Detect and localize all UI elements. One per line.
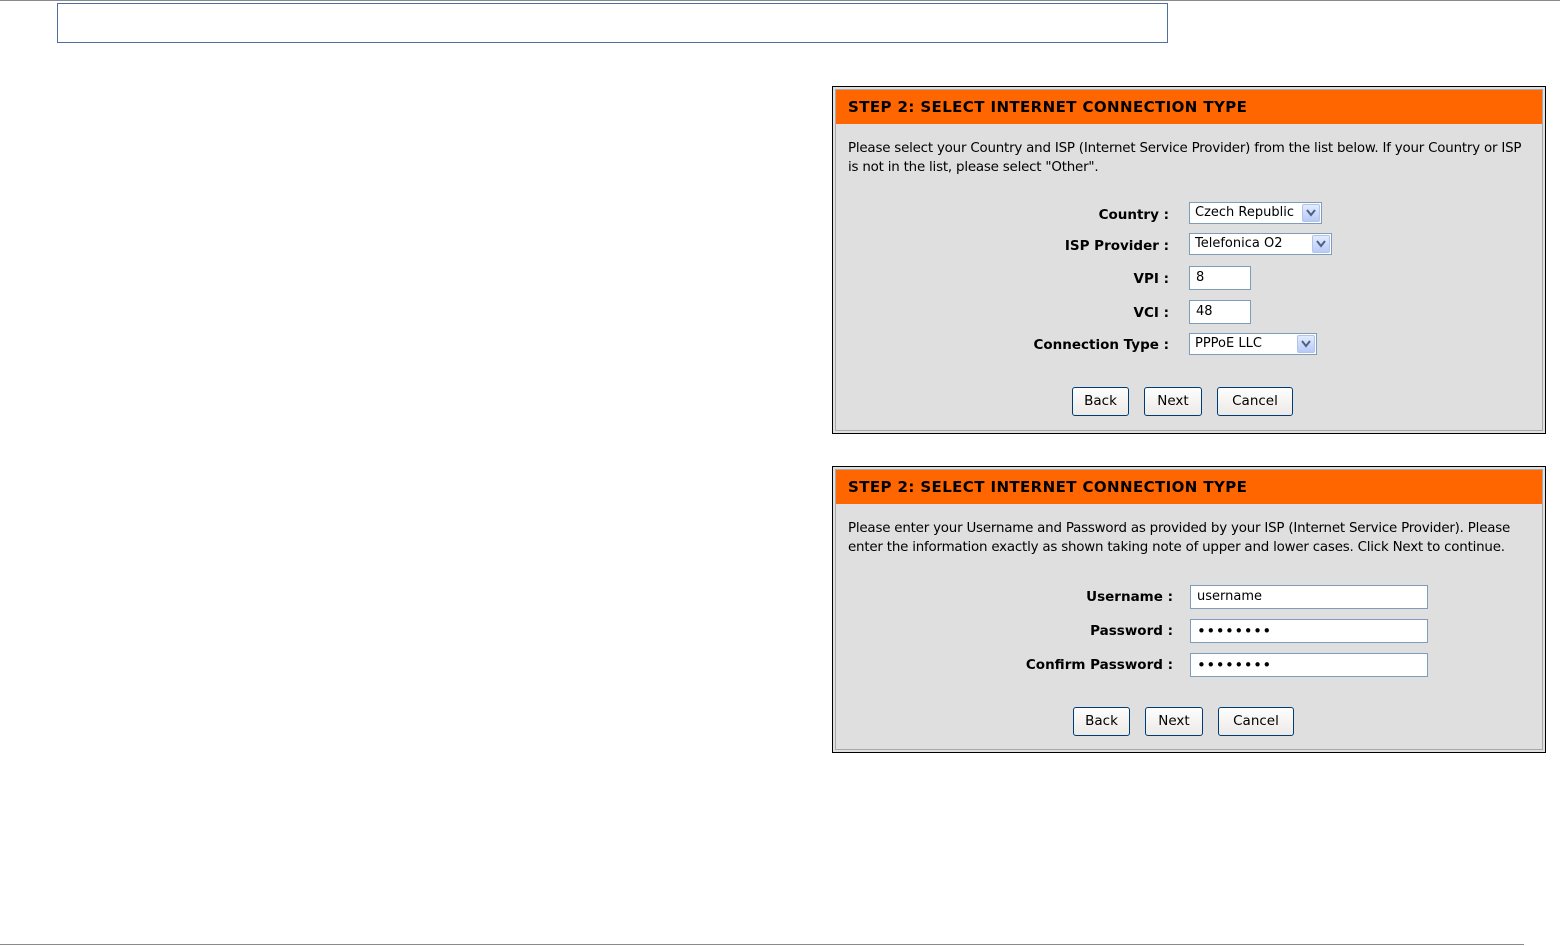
connection-type-panel: STEP 2: SELECT INTERNET CONNECTION TYPE …	[832, 86, 1546, 434]
username-input[interactable]: username	[1190, 585, 1428, 609]
top-rule	[0, 0, 1560, 1]
cancel-button[interactable]: Cancel	[1218, 707, 1294, 736]
chevron-down-icon[interactable]	[1312, 235, 1330, 253]
panel-title: STEP 2: SELECT INTERNET CONNECTION TYPE	[836, 90, 1542, 124]
connection-type-value: PPPoE LLC	[1195, 336, 1262, 351]
next-button[interactable]: Next	[1145, 707, 1203, 736]
connection-type-label: Connection Type :	[1033, 337, 1169, 353]
username-label: Username :	[1086, 589, 1173, 605]
vci-label: VCI :	[1133, 305, 1169, 321]
country-value: Czech Republic	[1195, 205, 1294, 220]
country-select[interactable]: Czech Republic	[1189, 202, 1322, 224]
confirm-password-label: Confirm Password :	[1025, 657, 1173, 673]
vpi-input[interactable]: 8	[1189, 266, 1251, 290]
vpi-label: VPI :	[1133, 271, 1169, 287]
country-label: Country :	[1098, 207, 1169, 223]
isp-provider-select[interactable]: Telefonica O2	[1189, 233, 1332, 255]
account-panel: STEP 2: SELECT INTERNET CONNECTION TYPE …	[832, 466, 1546, 753]
back-button[interactable]: Back	[1072, 387, 1129, 416]
password-label: Password :	[1090, 623, 1173, 639]
connection-type-select[interactable]: PPPoE LLC	[1189, 333, 1317, 355]
next-button[interactable]: Next	[1144, 387, 1202, 416]
panel-inner: STEP 2: SELECT INTERNET CONNECTION TYPE …	[835, 469, 1543, 750]
panel-inner: STEP 2: SELECT INTERNET CONNECTION TYPE …	[835, 89, 1543, 431]
back-button[interactable]: Back	[1073, 707, 1130, 736]
isp-provider-value: Telefonica O2	[1195, 236, 1283, 251]
password-input[interactable]: ••••••••	[1190, 619, 1428, 643]
panel-description: Please select your Country and ISP (Inte…	[848, 141, 1522, 175]
confirm-password-input[interactable]: ••••••••	[1190, 653, 1428, 677]
chevron-down-icon[interactable]	[1297, 335, 1315, 353]
cancel-button[interactable]: Cancel	[1217, 387, 1293, 416]
panel-title: STEP 2: SELECT INTERNET CONNECTION TYPE	[836, 470, 1542, 504]
isp-provider-label: ISP Provider :	[1064, 238, 1169, 254]
vci-input[interactable]: 48	[1189, 300, 1251, 324]
chevron-down-icon[interactable]	[1302, 204, 1320, 222]
panel-description: Please enter your Username and Password …	[848, 521, 1511, 555]
header-box	[57, 3, 1168, 43]
bottom-rule	[0, 944, 1524, 945]
